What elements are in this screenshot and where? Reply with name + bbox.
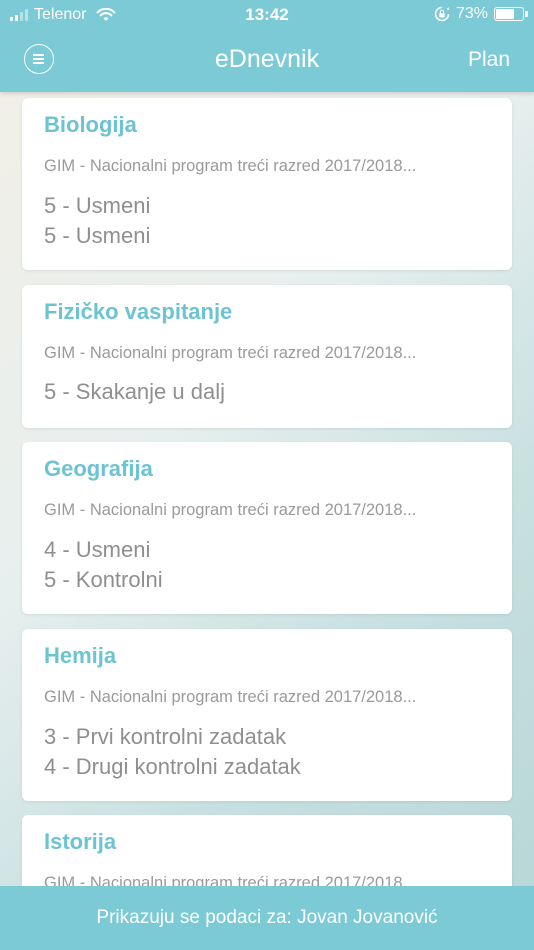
battery-percent: 73% <box>455 5 488 22</box>
status-bar: Telenor 13:42 73% <box>0 0 534 30</box>
subject-card-fizicko-vaspitanje[interactable]: Fizičko vaspitanje GIM - Nacionalni prog… <box>22 285 512 428</box>
grade-entry: 5 - Skakanje u dalj <box>44 379 225 404</box>
grade-entry: 4 - Drugi kontrolni zadatak <box>44 754 301 779</box>
plan-button[interactable]: Plan <box>468 48 510 72</box>
program-label: GIM - Nacionalni program treći razred 20… <box>44 344 417 362</box>
grade-entry: 3 - Prvi kontrolni zadatak <box>44 724 287 749</box>
subject-title: Fizičko vaspitanje <box>44 299 233 324</box>
status-right: 73% <box>434 5 528 23</box>
battery-icon <box>494 7 528 21</box>
grade-entry: 5 - Usmeni <box>44 193 151 218</box>
subject-card-istorija[interactable]: Istorija GIM - Nacionalni program treći … <box>22 815 512 886</box>
grade-entry: 4 - Usmeni <box>44 537 151 562</box>
subject-title: Hemija <box>44 643 117 668</box>
grade-entry: 5 - Kontrolni <box>44 567 163 592</box>
grades-list[interactable]: Biologija GIM - Nacionalni program treći… <box>0 92 534 886</box>
top-bar: Telenor 13:42 73% eDnevnik Plan <box>0 0 534 92</box>
subject-card-geografija[interactable]: Geografija GIM - Nacionalni program treć… <box>22 442 512 614</box>
battery-level-fill <box>496 9 514 19</box>
subject-title: Istorija <box>44 829 117 854</box>
program-label: GIM - Nacionalni program treći razred 20… <box>44 501 417 519</box>
subject-card-biologija[interactable]: Biologija GIM - Nacionalni program treći… <box>22 98 512 270</box>
program-label: GIM - Nacionalni program treći razred 20… <box>44 874 417 886</box>
orientation-lock-icon <box>434 6 450 22</box>
app-title: eDnevnik <box>214 45 320 73</box>
program-label: GIM - Nacionalni program treći razred 20… <box>44 157 417 175</box>
subject-title: Geografija <box>44 456 153 481</box>
subject-card-hemija[interactable]: Hemija GIM - Nacionalni program treći ra… <box>22 629 512 801</box>
navigation-bar: eDnevnik Plan <box>0 30 534 92</box>
student-info-footer: Prikazuju se podaci za: Jovan Jovanović <box>0 886 534 950</box>
subject-title: Biologija <box>44 112 137 137</box>
program-label: GIM - Nacionalni program treći razred 20… <box>44 688 417 706</box>
grade-entry: 5 - Usmeni <box>44 223 151 248</box>
